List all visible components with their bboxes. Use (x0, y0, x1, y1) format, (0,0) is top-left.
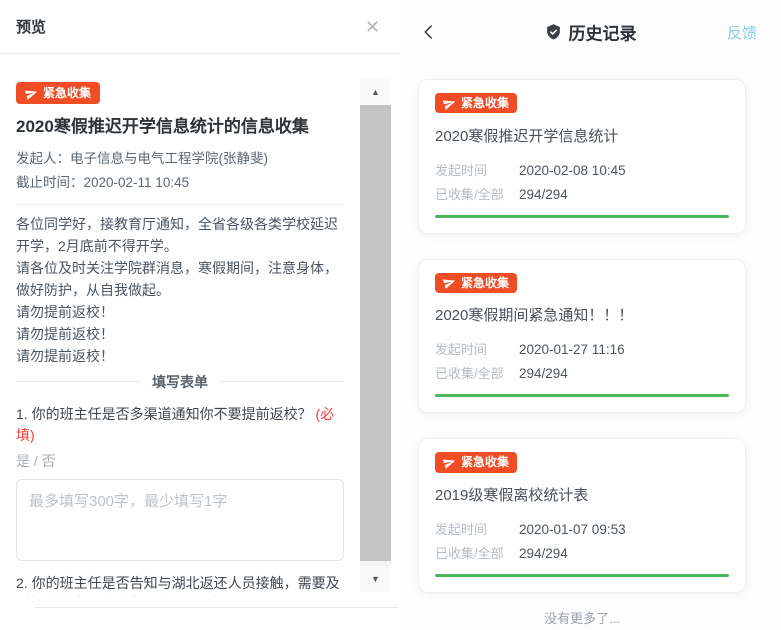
collected-value: 294/294 (519, 366, 568, 381)
send-plane-icon (23, 85, 39, 101)
collected-value: 294/294 (519, 546, 568, 561)
collected-row: 已收集/全部 294/294 (435, 363, 729, 382)
history-title-wrap: 历史记录 (545, 20, 637, 45)
urgent-collect-badge: 紧急收集 (16, 82, 100, 104)
notice-description: 各位同学好，接教育厅通知，全省各级各类学校延迟开学，2月底前不得开学。 请各位及… (16, 213, 344, 367)
start-time-row: 发起时间 2020-02-08 10:45 (435, 160, 729, 179)
no-more-text: 没有更多了... (418, 608, 746, 627)
history-header: 历史记录 反馈 (400, 0, 781, 64)
history-card[interactable]: 紧急收集 2020寒假期间紧急通知！！！ 发起时间 2020-01-27 11:… (418, 259, 746, 414)
initiator-label: 发起人： (16, 151, 70, 166)
card-title: 2020寒假推迟开学信息统计 (435, 125, 729, 146)
initiator-row: 发起人：电子信息与电气工程学院(张静斐) (16, 147, 344, 167)
start-time-row: 发起时间 2020-01-27 11:16 (435, 339, 729, 358)
urgent-badge-label: 紧急收集 (461, 276, 509, 290)
initiator-value: 电子信息与电气工程学院(张静斐) (70, 151, 268, 166)
question-1-options-hint: 是 / 否 (16, 451, 344, 471)
urgent-badge-label: 紧急收集 (43, 86, 91, 100)
preview-scroll-area[interactable]: 紧急收集 2020寒假推迟开学信息统计的信息收集 发起人：电子信息与电气工程学院… (0, 55, 360, 597)
scrollbar[interactable]: ▲ ▼ (360, 79, 391, 592)
deadline-label: 截止时间： (16, 175, 84, 190)
collected-label: 已收集/全部 (435, 184, 519, 203)
shield-check-icon (545, 24, 562, 41)
deadline-value: 2020-02-11 10:45 (84, 175, 190, 190)
question-1-label: 1. 你的班主任是否多渠道通知你不要提前返校？ (16, 406, 312, 422)
collected-label: 已收集/全部 (435, 363, 519, 382)
start-time-value: 2020-01-07 09:53 (519, 522, 626, 537)
form-title: 2020寒假推迟开学信息统计的信息收集 (16, 116, 344, 138)
question-1: 1. 你的班主任是否多渠道通知你不要提前返校？ (必填) 是 / 否 (16, 404, 344, 561)
progress-bar (435, 574, 729, 577)
urgent-collect-badge: 紧急收集 (435, 273, 517, 293)
content-divider (16, 204, 344, 205)
send-plane-icon (441, 95, 457, 111)
history-title: 历史记录 (569, 20, 637, 45)
history-card[interactable]: 紧急收集 2019级寒假离校统计表 发起时间 2020-01-07 09:53 … (418, 438, 746, 593)
chevron-left-icon (420, 23, 438, 41)
divider-line-right (220, 381, 344, 382)
preview-panel: 预览 ✕ 紧急收集 2020寒假推迟开学信息统计的信息收集 发起人：电子信息与电… (0, 0, 400, 630)
send-plane-icon (441, 454, 457, 470)
progress-bar (435, 215, 729, 218)
scrollbar-thumb[interactable] (360, 105, 391, 561)
question-2-required-tag: (必填) (188, 596, 225, 597)
preview-title: 预览 (16, 16, 46, 37)
urgent-badge-label: 紧急收集 (461, 96, 509, 110)
collected-label: 已收集/全部 (435, 543, 519, 562)
feedback-link[interactable]: 反馈 (727, 22, 757, 43)
start-time-value: 2020-02-08 10:45 (519, 163, 626, 178)
question-1-answer-textarea[interactable] (16, 479, 344, 561)
history-card-list: 紧急收集 2020寒假推迟开学信息统计 发起时间 2020-02-08 10:4… (400, 64, 781, 627)
question-1-text: 1. 你的班主任是否多渠道通知你不要提前返校？ (必填) (16, 404, 344, 446)
history-card[interactable]: 紧急收集 2020寒假推迟开学信息统计 发起时间 2020-02-08 10:4… (418, 79, 746, 234)
card-title: 2019级寒假离校统计表 (435, 484, 729, 505)
form-section-title: 填写表单 (152, 372, 208, 392)
send-plane-icon (441, 275, 457, 291)
urgent-collect-badge: 紧急收集 (435, 93, 517, 113)
card-meta: 发起时间 2020-01-27 11:16 已收集/全部 294/294 (435, 339, 729, 382)
card-meta: 发起时间 2020-01-07 09:53 已收集/全部 294/294 (435, 519, 729, 562)
divider-line-left (16, 381, 140, 382)
close-icon[interactable]: ✕ (365, 18, 380, 36)
start-time-value: 2020-01-27 11:16 (519, 342, 625, 357)
collected-row: 已收集/全部 294/294 (435, 543, 729, 562)
start-time-row: 发起时间 2020-01-07 09:53 (435, 519, 729, 538)
progress-bar (435, 394, 729, 397)
scroll-down-icon[interactable]: ▼ (360, 566, 391, 592)
back-button[interactable] (420, 23, 438, 41)
collected-value: 294/294 (519, 187, 568, 202)
start-time-label: 发起时间 (435, 519, 519, 538)
scroll-up-icon[interactable]: ▲ (360, 79, 391, 105)
urgent-collect-badge: 紧急收集 (435, 452, 517, 472)
urgent-badge-label: 紧急收集 (461, 455, 509, 469)
collected-row: 已收集/全部 294/294 (435, 184, 729, 203)
history-panel: 历史记录 反馈 紧急收集 2020寒假推迟开学信息统计 发起时间 2020-02… (400, 0, 781, 630)
preview-header: 预览 ✕ (0, 0, 400, 54)
start-time-label: 发起时间 (435, 339, 519, 358)
question-2-label: 2. 你的班主任是否告知与湖北返还人员接触，需要及时报备信息，并注意隔离？ (16, 575, 340, 597)
form-section-divider: 填写表单 (16, 372, 344, 392)
footer-divider (35, 607, 398, 608)
card-meta: 发起时间 2020-02-08 10:45 已收集/全部 294/294 (435, 160, 729, 203)
card-title: 2020寒假期间紧急通知！！！ (435, 304, 729, 325)
question-2: 2. 你的班主任是否告知与湖北返还人员接触，需要及时报备信息，并注意隔离？ (必… (16, 573, 344, 597)
start-time-label: 发起时间 (435, 160, 519, 179)
question-2-text: 2. 你的班主任是否告知与湖北返还人员接触，需要及时报备信息，并注意隔离？ (必… (16, 573, 344, 597)
deadline-row: 截止时间：2020-02-11 10:45 (16, 171, 344, 191)
